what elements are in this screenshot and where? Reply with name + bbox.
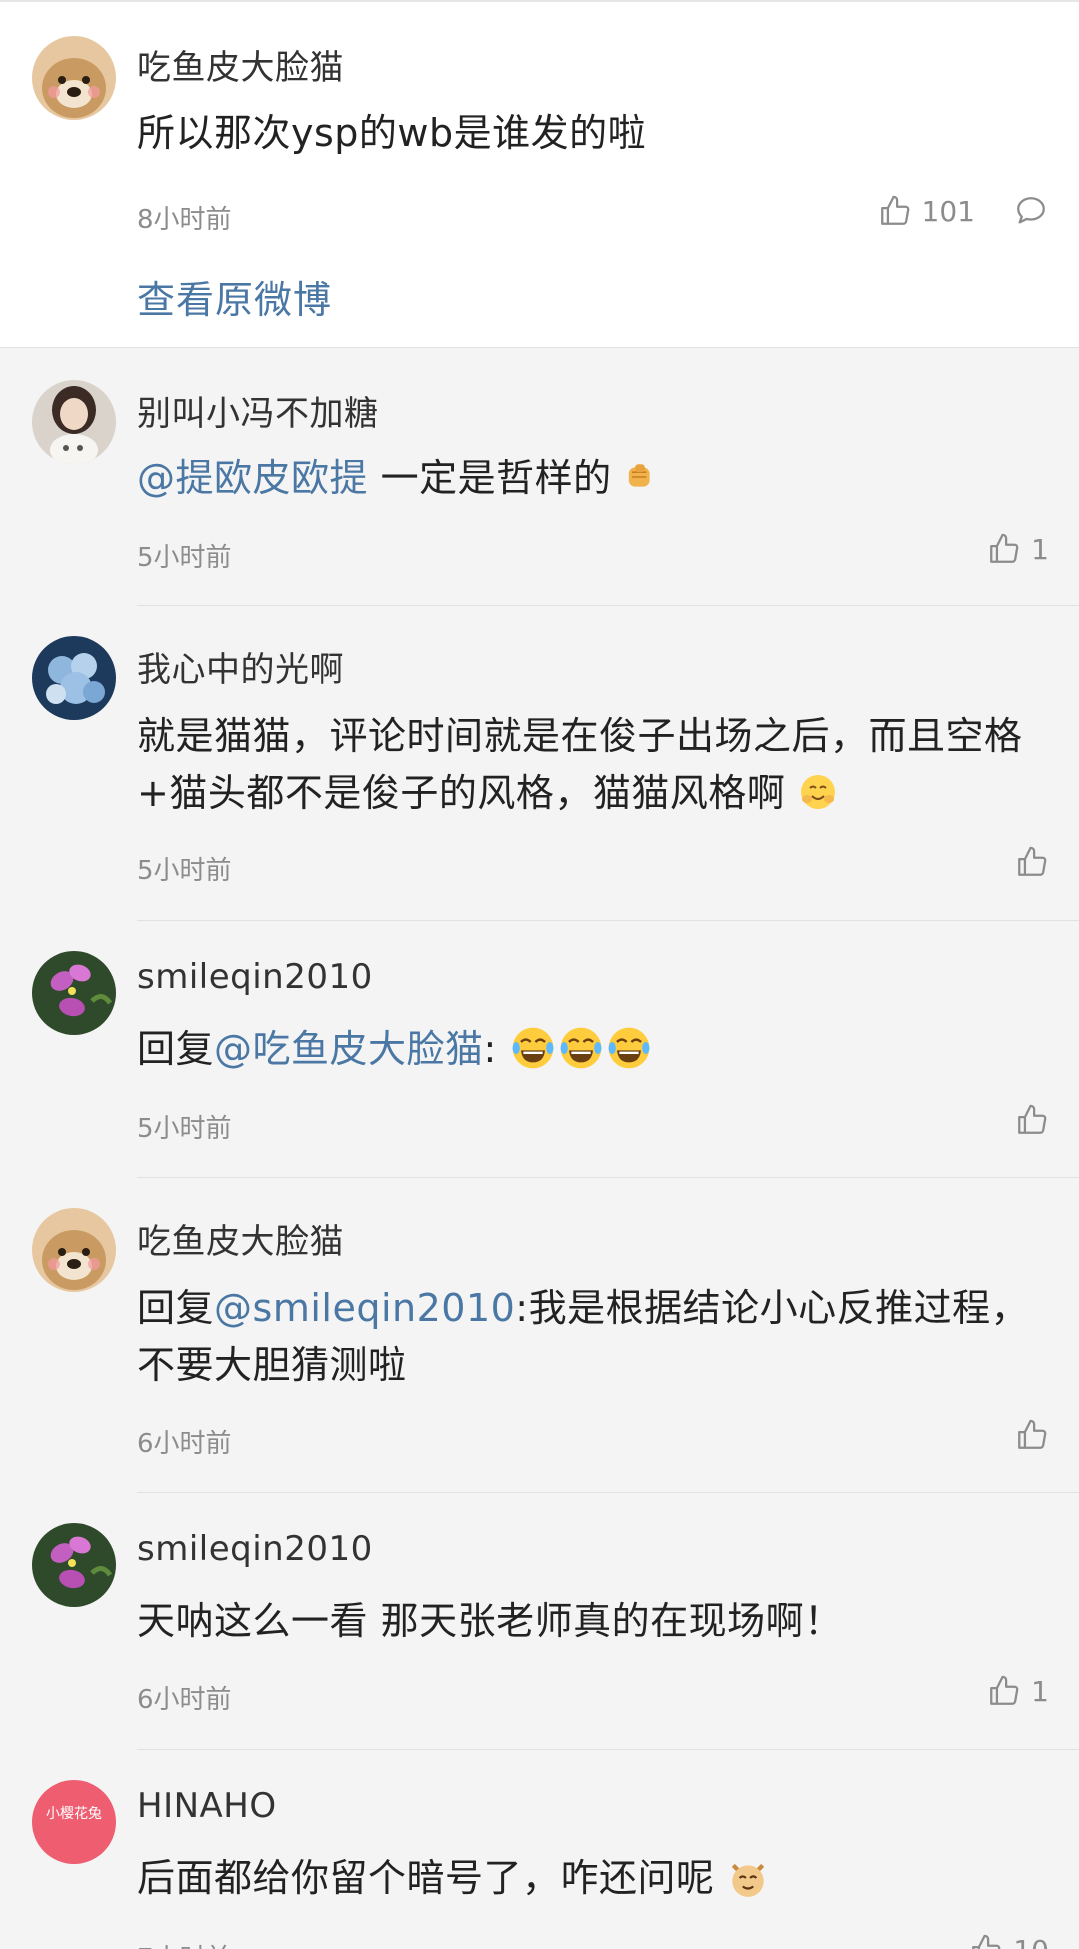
mention-link[interactable]: @提欧皮欧提 (137, 456, 368, 500)
reply-item: 我心中的光啊 就是猫猫，评论时间就是在俊子出场之后，而且空格+猫头都不是俊子的风… (0, 606, 1079, 921)
comment-text: 所以那次ysp的wb是谁发的啦 (137, 105, 1039, 162)
thumbs-up-icon (990, 533, 1019, 563)
comment-text: 回复@smileqin2010:我是根据结论小心反推过程，不要大胆猜测啦 (137, 1280, 1039, 1394)
timestamp: 5小时前 (137, 856, 232, 886)
comment-text: 就是猫猫，评论时间就是在俊子出场之后，而且空格+猫头都不是俊子的风格，猫猫风格啊 (137, 708, 1039, 822)
avatar[interactable] (32, 36, 116, 120)
avatar[interactable] (32, 1208, 116, 1292)
comment-text: 天呐这么一看 那天张老师真的在现场啊！ (137, 1593, 1039, 1650)
username[interactable]: 我心中的光啊 (137, 642, 344, 691)
like-button[interactable]: 10 (969, 1933, 1049, 1949)
cat-face-emoji (731, 1863, 765, 1897)
like-count: 1 (1031, 1674, 1049, 1708)
comment-text: @提欧皮欧提 一定是哲样的 (137, 450, 1039, 507)
like-button[interactable]: 1 (987, 532, 1049, 566)
like-button[interactable] (1015, 1418, 1049, 1452)
thumbs-up-icon (880, 195, 909, 225)
comment-body: 所以那次ysp的wb是谁发的啦 (137, 111, 647, 155)
like-button[interactable]: 101 (878, 194, 975, 228)
reply-item: 别叫小冯不加糖 @提欧皮欧提 一定是哲样的 5小时前 1 (0, 350, 1079, 606)
comment-body: 一定是哲样的 (368, 456, 612, 500)
timestamp: 6小时前 (137, 1429, 232, 1459)
thumbs-up-icon (1018, 1104, 1047, 1134)
mention-link[interactable]: @smileqin2010 (214, 1286, 515, 1330)
thumbs-up-icon (990, 1675, 1019, 1705)
thumbs-up-icon (972, 1934, 1001, 1949)
timestamp: 8小时前 (137, 205, 232, 235)
like-count: 101 (921, 194, 975, 228)
reply-prefix: 回复 (137, 1286, 215, 1330)
avatar[interactable] (32, 380, 116, 464)
fist-emoji (629, 464, 650, 487)
thumbs-up-icon (1018, 1419, 1047, 1449)
username[interactable]: smileqin2010 (137, 1529, 373, 1569)
comment-thread: 吃鱼皮大脸猫 所以那次ysp的wb是谁发的啦 8小时前 101 查看原微博 别叫… (0, 0, 1079, 1949)
avatar[interactable] (32, 951, 116, 1035)
comment-body: : (483, 1027, 497, 1071)
timestamp: 5小时前 (137, 1114, 232, 1144)
reply-item: smileqin2010 回复@吃鱼皮大脸猫: 5小时前 (0, 921, 1079, 1178)
reply-item: 小樱花兔 HINAHO 后面都给你留个暗号了，咋还问呢 7小时前 10 (0, 1750, 1079, 1949)
like-count: 1 (1031, 532, 1049, 566)
hugging-emoji (800, 775, 835, 809)
like-button[interactable]: 1 (987, 1674, 1049, 1708)
mention-link[interactable]: @吃鱼皮大脸猫 (214, 1027, 484, 1071)
comment-icon[interactable] (1013, 194, 1049, 228)
username[interactable]: 吃鱼皮大脸猫 (137, 1214, 344, 1263)
comment-text: 回复@吃鱼皮大脸猫: (137, 1021, 1039, 1078)
avatar-text: 小樱花兔 (46, 1805, 102, 1822)
timestamp: 7小时前 (137, 1938, 232, 1949)
comment-body: 就是猫猫，评论时间就是在俊子出场之后，而且空格+猫头都不是俊子的风格，猫猫风格啊 (137, 714, 1023, 815)
avatar[interactable] (32, 636, 116, 720)
comment-text: 后面都给你留个暗号了，咋还问呢 (137, 1850, 1039, 1907)
comment-body: 后面都给你留个暗号了，咋还问呢 (137, 1856, 715, 1900)
comment-actions: 101 (878, 194, 1049, 228)
timestamp: 5小时前 (137, 543, 232, 573)
username[interactable]: HINAHO (137, 1786, 277, 1826)
reply-item: 吃鱼皮大脸猫 回复@smileqin2010:我是根据结论小心反推过程，不要大胆… (0, 1178, 1079, 1493)
reply-item: smileqin2010 天呐这么一看 那天张老师真的在现场啊！ 6小时前 1 (0, 1493, 1079, 1750)
view-original-link[interactable]: 查看原微博 (137, 269, 332, 324)
reply-prefix: 回复 (137, 1027, 215, 1071)
thumbs-up-icon (1018, 846, 1047, 876)
laughing-tears-emoji (513, 1027, 554, 1069)
username[interactable]: 别叫小冯不加糖 (137, 386, 379, 435)
username[interactable]: smileqin2010 (137, 957, 373, 997)
timestamp: 6小时前 (137, 1685, 232, 1715)
comment-body: 天呐这么一看 那天张老师真的在现场啊！ (137, 1599, 843, 1643)
like-button[interactable] (1015, 845, 1049, 879)
username[interactable]: 吃鱼皮大脸猫 (137, 40, 344, 89)
laughing-tears-emoji (609, 1027, 650, 1069)
like-count: 10 (1013, 1934, 1049, 1949)
avatar[interactable]: 小樱花兔 (32, 1780, 116, 1864)
main-comment: 吃鱼皮大脸猫 所以那次ysp的wb是谁发的啦 8小时前 101 查看原微博 (0, 0, 1079, 348)
laughing-tears-emoji (561, 1027, 602, 1069)
avatar[interactable] (32, 1523, 116, 1607)
like-button[interactable] (1015, 1103, 1049, 1137)
